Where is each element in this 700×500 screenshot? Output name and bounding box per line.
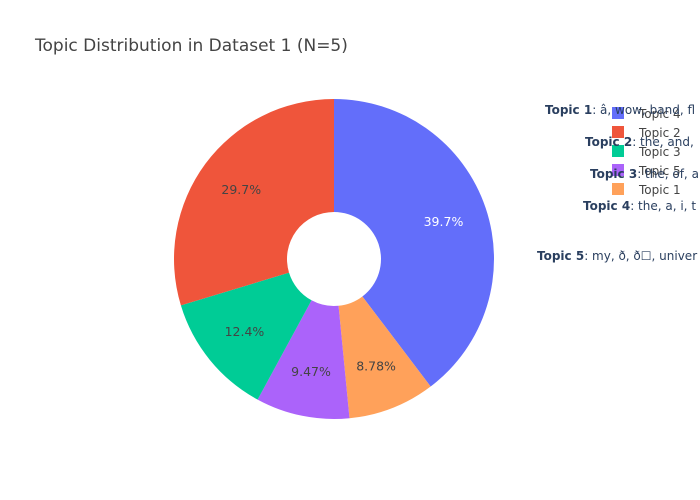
annotation-topic-words: : the, and, bbox=[632, 135, 694, 149]
annotation-topic-4: Topic 4: the, a, i, t bbox=[583, 199, 696, 213]
annotation-topic-name: Topic 2 bbox=[585, 135, 632, 149]
annotation-topic-name: Topic 3 bbox=[590, 167, 637, 181]
annotation-topic-words: : my, ð, ð☐, univer bbox=[584, 249, 697, 263]
annotation-topic-name: Topic 5 bbox=[537, 249, 584, 263]
legend-swatch bbox=[612, 183, 624, 195]
annotation-topic-1: Topic 1: â, wow, band, fl bbox=[545, 103, 695, 117]
annotation-topic-words: : the, a, i, t bbox=[630, 199, 696, 213]
legend-label: Topic 1 bbox=[638, 183, 681, 197]
slice-label-topic-2: 29.7% bbox=[221, 182, 261, 197]
legend-item-topic-1: Topic 1 bbox=[612, 183, 681, 197]
annotation-topic-name: Topic 4 bbox=[583, 199, 630, 213]
annotation-topic-name: Topic 1 bbox=[545, 103, 592, 117]
slice-label-topic-3: 12.4% bbox=[225, 324, 265, 339]
annotation-topic-words: : the, of, a bbox=[637, 167, 699, 181]
chart-title: Topic Distribution in Dataset 1 (N=5) bbox=[34, 36, 348, 56]
topic-donut-chart: Topic Distribution in Dataset 1 (N=5) 39… bbox=[0, 0, 700, 500]
annotation-topic-2: Topic 2: the, and, bbox=[585, 135, 694, 149]
slice-label-topic-1: 8.78% bbox=[356, 359, 396, 374]
slice-label-topic-4: 39.7% bbox=[424, 214, 464, 229]
annotation-topic-words: : â, wow, band, fl bbox=[592, 103, 695, 117]
annotation-topic-3: Topic 3: the, of, a bbox=[590, 167, 699, 181]
annotation-topic-5: Topic 5: my, ð, ð☐, univer bbox=[537, 249, 697, 263]
slice-label-topic-5: 9.47% bbox=[291, 364, 331, 379]
